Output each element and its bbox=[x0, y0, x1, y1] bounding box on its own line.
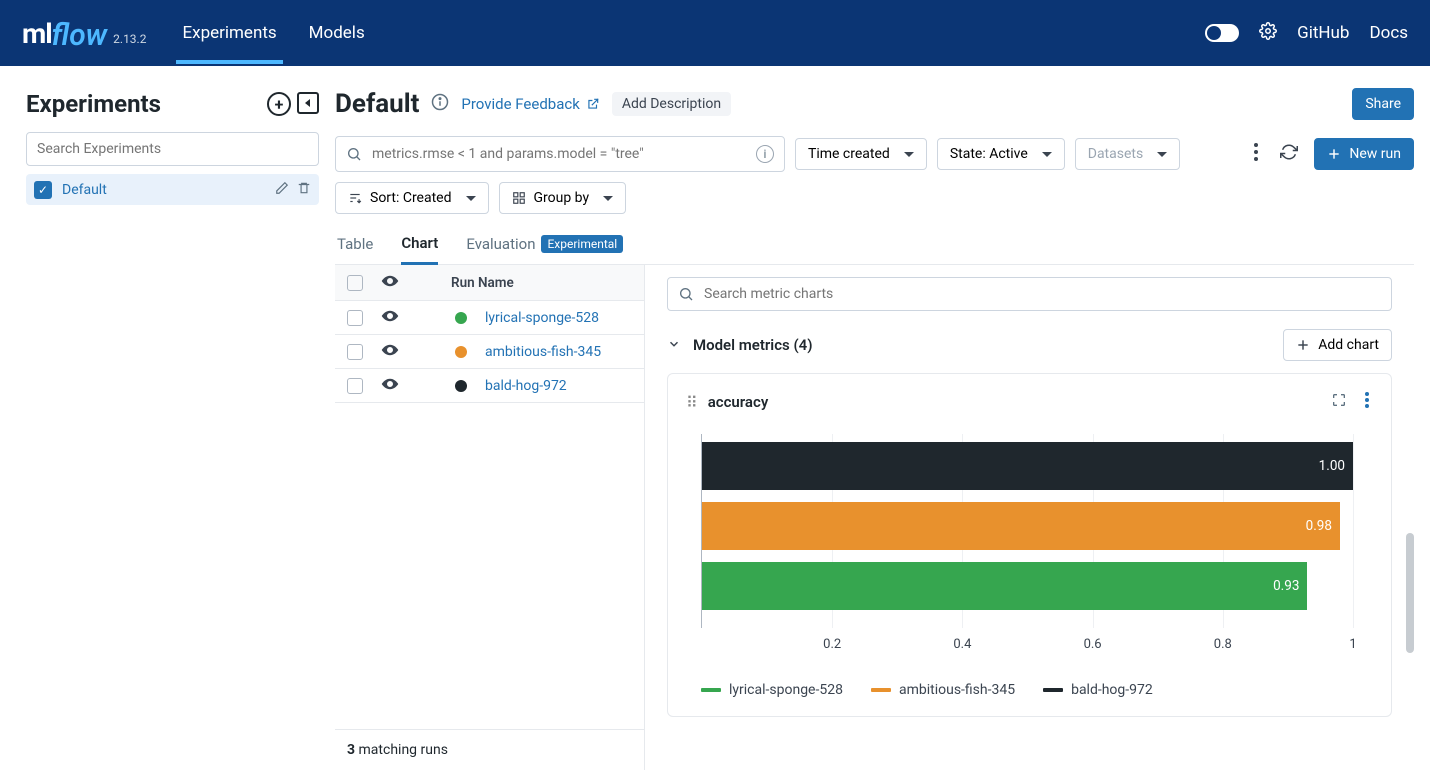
chart-title: accuracy bbox=[708, 393, 769, 411]
visibility-header-icon[interactable] bbox=[381, 272, 399, 294]
sort-button[interactable]: Sort: Created bbox=[335, 182, 489, 214]
nav-docs[interactable]: Docs bbox=[1369, 23, 1408, 43]
new-experiment-icon[interactable]: + bbox=[267, 92, 291, 116]
experiment-name[interactable]: Default bbox=[62, 182, 265, 198]
visibility-icon[interactable] bbox=[381, 375, 399, 397]
axis-tick: 1 bbox=[1349, 637, 1356, 652]
section-title: Model metrics (4) bbox=[693, 336, 813, 354]
chart-search-box[interactable] bbox=[667, 277, 1392, 311]
run-row[interactable]: ambitious-fish-345 bbox=[335, 335, 644, 369]
datasets-filter-button[interactable]: Datasets bbox=[1075, 138, 1180, 170]
add-chart-button[interactable]: Add chart bbox=[1283, 329, 1392, 361]
run-search-input[interactable] bbox=[372, 146, 746, 162]
legend-swatch bbox=[1043, 688, 1063, 692]
axis-tick: 0.6 bbox=[1084, 637, 1102, 652]
plus-icon bbox=[1327, 147, 1341, 161]
chart-card-accuracy: ⠿ accuracy 0.2 0.4 0.6 0.8 1 1.00 0.98 0.93 bbox=[667, 373, 1392, 717]
axis-tick: 0.4 bbox=[953, 637, 971, 652]
chart-menu-icon[interactable] bbox=[1361, 388, 1373, 416]
chart-legend: lyrical-sponge-528 ambitious-fish-345 bald… bbox=[686, 682, 1373, 698]
select-all-checkbox[interactable] bbox=[347, 275, 363, 291]
legend-item[interactable]: bald-hog-972 bbox=[1043, 682, 1153, 698]
run-color-dot bbox=[455, 380, 467, 392]
run-checkbox[interactable] bbox=[347, 310, 363, 326]
bar[interactable]: 1.00 bbox=[702, 442, 1353, 490]
run-row[interactable]: bald-hog-972 bbox=[335, 369, 644, 403]
legend-item[interactable]: lyrical-sponge-528 bbox=[701, 682, 843, 698]
search-experiments-input[interactable] bbox=[26, 132, 319, 166]
chart-search-input[interactable] bbox=[704, 286, 1381, 302]
collapse-sidebar-icon[interactable] bbox=[297, 92, 319, 114]
visibility-icon[interactable] bbox=[381, 341, 399, 363]
new-run-button[interactable]: New run bbox=[1314, 138, 1414, 170]
search-icon bbox=[346, 146, 362, 162]
nav-experiments[interactable]: Experiments bbox=[176, 2, 282, 64]
bar[interactable]: 0.93 bbox=[702, 562, 1307, 610]
run-color-dot bbox=[455, 346, 467, 358]
run-checkbox[interactable] bbox=[347, 344, 363, 360]
run-name-link[interactable]: lyrical-sponge-528 bbox=[485, 310, 599, 326]
time-filter-button[interactable]: Time created bbox=[795, 138, 927, 170]
version-label: 2.13.2 bbox=[113, 32, 146, 46]
sort-icon bbox=[348, 191, 362, 205]
tab-evaluation[interactable]: Evaluation Experimental bbox=[466, 228, 623, 264]
legend-swatch bbox=[701, 688, 721, 692]
group-icon bbox=[512, 191, 526, 205]
add-description-button[interactable]: Add Description bbox=[612, 92, 731, 116]
page-title: Default bbox=[335, 89, 419, 119]
search-help-icon[interactable]: i bbox=[756, 145, 774, 163]
bar-chart: 0.2 0.4 0.6 0.8 1 1.00 0.98 0.93 bbox=[686, 434, 1363, 664]
experimental-badge: Experimental bbox=[541, 235, 623, 253]
bar[interactable]: 0.98 bbox=[702, 502, 1340, 550]
scrollbar[interactable] bbox=[1406, 533, 1414, 653]
edit-experiment-icon[interactable] bbox=[275, 180, 289, 199]
sidebar-title: Experiments bbox=[26, 90, 161, 118]
refresh-icon[interactable] bbox=[1274, 137, 1304, 171]
plus-icon bbox=[1296, 338, 1310, 352]
axis-tick: 0.8 bbox=[1214, 637, 1232, 652]
legend-item[interactable]: ambitious-fish-345 bbox=[871, 682, 1015, 698]
external-link-icon bbox=[586, 97, 600, 111]
experiment-checkbox[interactable]: ✓ bbox=[34, 181, 52, 199]
run-row[interactable]: lyrical-sponge-528 bbox=[335, 301, 644, 335]
run-color-dot bbox=[455, 312, 467, 324]
run-search-box[interactable]: i bbox=[335, 136, 785, 172]
group-by-button[interactable]: Group by bbox=[499, 182, 627, 214]
logo[interactable]: mlflow 2.13.2 bbox=[22, 16, 146, 51]
theme-toggle[interactable] bbox=[1205, 24, 1239, 42]
run-checkbox[interactable] bbox=[347, 378, 363, 394]
info-icon[interactable] bbox=[431, 93, 449, 115]
collapse-section-icon[interactable] bbox=[667, 336, 681, 355]
matching-runs-footer: 3 matching runs bbox=[335, 729, 644, 770]
runs-table: Run Name lyrical-sponge-528 ambitious-fi… bbox=[335, 265, 645, 770]
experiment-item-default[interactable]: ✓ Default bbox=[26, 174, 319, 205]
nav-github[interactable]: GitHub bbox=[1297, 23, 1349, 43]
fullscreen-icon[interactable] bbox=[1327, 388, 1351, 416]
visibility-icon[interactable] bbox=[381, 307, 399, 329]
share-button[interactable]: Share bbox=[1352, 88, 1414, 120]
run-name-link[interactable]: ambitious-fish-345 bbox=[485, 344, 601, 360]
more-menu-icon[interactable] bbox=[1248, 137, 1264, 171]
provide-feedback-link[interactable]: Provide Feedback bbox=[461, 95, 599, 113]
sidebar: Experiments + ✓ Default bbox=[0, 66, 335, 770]
gear-icon[interactable] bbox=[1259, 22, 1277, 44]
tab-table[interactable]: Table bbox=[337, 228, 373, 264]
delete-experiment-icon[interactable] bbox=[297, 180, 311, 199]
tab-chart[interactable]: Chart bbox=[401, 228, 438, 265]
drag-handle-icon[interactable]: ⠿ bbox=[686, 393, 698, 412]
nav-models[interactable]: Models bbox=[303, 2, 371, 64]
top-nav: mlflow 2.13.2 Experiments Models GitHub … bbox=[0, 0, 1430, 66]
legend-swatch bbox=[871, 688, 891, 692]
run-name-header: Run Name bbox=[451, 275, 514, 291]
state-filter-button[interactable]: State: Active bbox=[937, 138, 1065, 170]
axis-tick: 0.2 bbox=[823, 637, 841, 652]
run-name-link[interactable]: bald-hog-972 bbox=[485, 378, 567, 394]
search-icon bbox=[678, 286, 694, 302]
